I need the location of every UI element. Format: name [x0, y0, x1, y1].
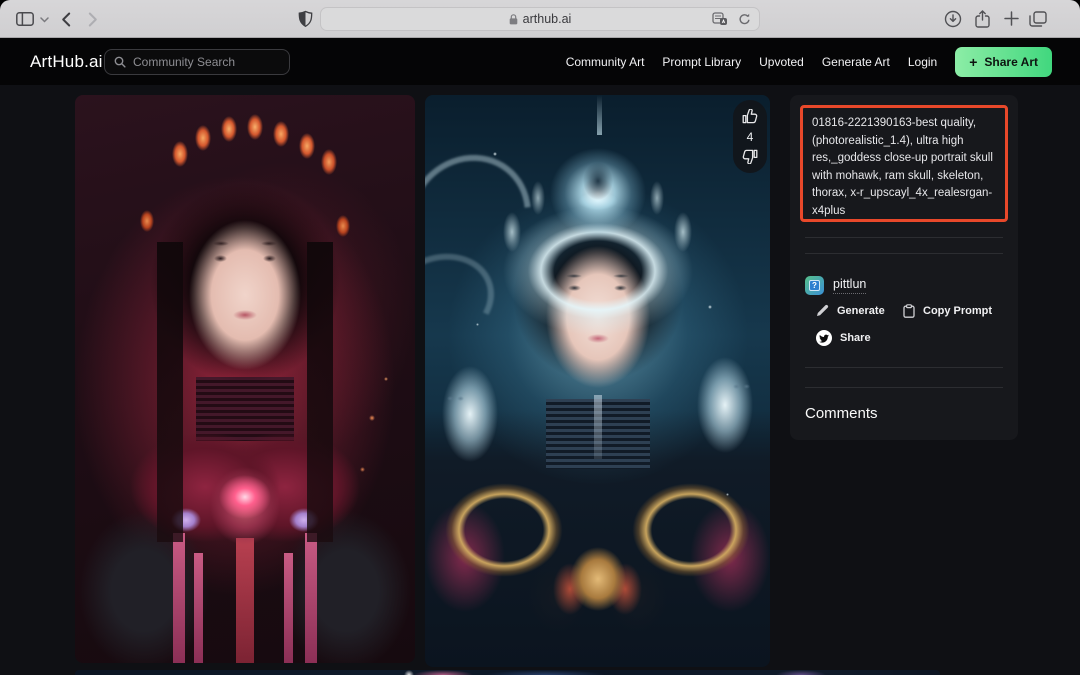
vote-count: 4	[746, 129, 754, 144]
artwork-blue-portrait[interactable]: 4	[425, 95, 770, 667]
share-post-button[interactable]: Share	[816, 330, 871, 346]
lock-icon	[509, 13, 518, 25]
sidebar-toggle-icon[interactable]	[16, 12, 34, 26]
nav-prompt-library[interactable]: Prompt Library	[662, 55, 741, 69]
nav-generate-art[interactable]: Generate Art	[822, 55, 890, 69]
site-nav: ArtHub.ai Community Art Prompt Library U…	[0, 38, 1080, 85]
page-settings-icon[interactable]	[712, 12, 728, 26]
nav-login[interactable]: Login	[908, 55, 937, 69]
generate-label: Generate	[837, 304, 885, 317]
url-text: arthub.ai	[522, 12, 572, 26]
copy-prompt-label: Copy Prompt	[923, 305, 993, 317]
divider	[805, 237, 1003, 238]
generate-button[interactable]: Generate	[816, 304, 885, 317]
copy-prompt-button[interactable]: Copy Prompt	[903, 304, 992, 318]
browser-window: arthub.ai ArtHub.ai Community Search Com…	[0, 0, 1080, 675]
privacy-shield-icon[interactable]	[298, 10, 313, 28]
browser-toolbar: arthub.ai	[0, 0, 1080, 38]
share-art-button[interactable]: + Share Art	[955, 46, 1052, 77]
next-gallery-row-sliver[interactable]	[75, 670, 940, 675]
artwork-red-portrait[interactable]	[75, 95, 415, 663]
search-icon	[114, 56, 126, 68]
share-art-label: Share Art	[984, 54, 1038, 69]
downvote-button[interactable]	[742, 149, 758, 165]
nav-community-art[interactable]: Community Art	[566, 55, 645, 69]
author-name[interactable]: pittlun	[833, 277, 867, 294]
broken-image-icon: ?	[809, 280, 820, 291]
back-button-icon[interactable]	[61, 12, 71, 27]
downloads-icon[interactable]	[944, 10, 962, 28]
vote-widget: 4	[733, 100, 767, 173]
nav-upvoted[interactable]: Upvoted	[759, 55, 804, 69]
plus-icon: +	[969, 53, 978, 70]
author-avatar[interactable]: ?	[805, 276, 824, 295]
new-tab-icon[interactable]	[1004, 11, 1019, 26]
tab-overview-icon[interactable]	[1029, 11, 1047, 27]
search-input[interactable]	[133, 55, 288, 69]
divider	[805, 253, 1003, 254]
author-row: ? pittlun	[805, 276, 867, 295]
forward-button-icon[interactable]	[88, 12, 98, 27]
share-post-label: Share	[840, 332, 871, 344]
prompt-text-box[interactable]: 01816-2221390163-best quality, (photorea…	[800, 105, 1008, 222]
pencil-icon	[816, 304, 829, 317]
twitter-icon	[816, 330, 832, 346]
comments-heading: Comments	[805, 405, 878, 422]
sidebar-chevron-down-icon[interactable]	[40, 17, 49, 23]
details-panel: 01816-2221390163-best quality, (photorea…	[790, 95, 1018, 440]
divider	[805, 387, 1003, 388]
clipboard-icon	[903, 304, 915, 318]
community-search-box[interactable]	[104, 49, 290, 75]
reload-icon[interactable]	[738, 13, 751, 26]
upvote-button[interactable]	[742, 108, 758, 124]
divider	[805, 367, 1003, 368]
share-icon[interactable]	[975, 10, 990, 28]
site-logo[interactable]: ArtHub.ai	[30, 52, 103, 72]
address-bar[interactable]: arthub.ai	[320, 7, 760, 31]
